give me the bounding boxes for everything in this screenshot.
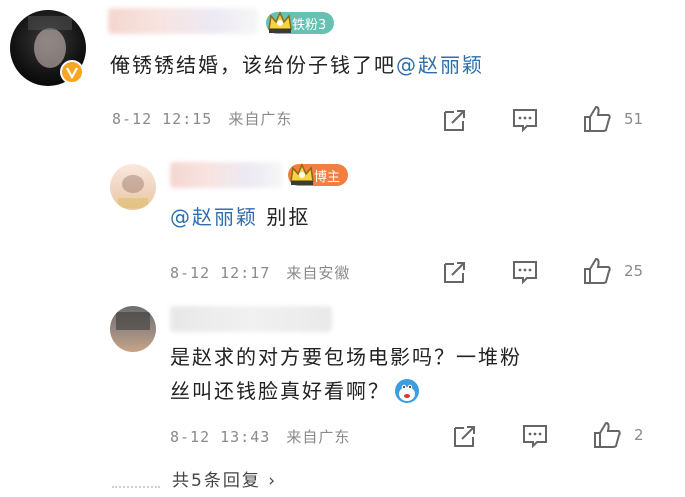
comment-icon[interactable] <box>512 259 538 285</box>
source-location: 来自广东 <box>228 110 293 128</box>
crown-icon <box>268 11 292 33</box>
timestamp: 8-12 12:17 <box>170 264 271 282</box>
share-icon[interactable] <box>452 423 478 449</box>
avatar-image <box>116 312 150 330</box>
badge-label: 博主 <box>314 169 341 185</box>
comment-line-1: 是赵求的对方要包场电影吗？一堆粉 <box>170 345 522 369</box>
comment-meta: 8-12 13:43 来自广东 <box>170 426 350 447</box>
username-blurred[interactable] <box>170 162 282 188</box>
share-icon[interactable] <box>442 107 468 133</box>
avatar[interactable] <box>110 306 156 352</box>
comment-meta: 8-12 12:15 来自广东 <box>112 108 292 129</box>
comment-icon[interactable] <box>512 107 538 133</box>
like-count: 25 <box>624 262 644 280</box>
comment-text: 是赵求的对方要包场电影吗？一堆粉 丝叫还钱脸真好看啊？ <box>170 340 522 408</box>
username-blurred[interactable] <box>170 306 332 332</box>
like-count: 2 <box>634 426 644 444</box>
badge-label: 铁粉3 <box>292 17 327 33</box>
like-icon[interactable] <box>582 256 612 286</box>
comment-line-2: 丝叫还钱脸真好看啊？ <box>170 374 522 408</box>
mention-link[interactable]: @赵丽颖 <box>170 205 258 229</box>
timestamp: 8-12 13:43 <box>170 428 271 446</box>
emoji-icon <box>395 379 419 403</box>
share-icon[interactable] <box>442 259 468 285</box>
fans-badge: 铁粉3 <box>266 11 335 34</box>
username-blurred[interactable] <box>108 8 258 34</box>
mention-link[interactable]: @赵丽颖 <box>396 53 484 77</box>
comment-body: 别抠 <box>258 205 311 229</box>
divider <box>112 486 160 488</box>
like-icon[interactable] <box>582 104 612 134</box>
blogger-badge: 博主 <box>288 163 349 186</box>
comment-line-2-text: 丝叫还钱脸真好看啊？ <box>170 379 390 403</box>
avatar[interactable] <box>110 164 156 210</box>
source-location: 来自安徽 <box>286 264 351 282</box>
more-replies-link[interactable]: 共5条回复 › <box>172 466 277 491</box>
comment-body: 俺锈锈结婚，该给份子钱了吧 <box>110 53 396 77</box>
verified-icon <box>60 60 84 84</box>
comment-meta: 8-12 12:17 来自安徽 <box>170 262 350 283</box>
like-icon[interactable] <box>592 420 622 450</box>
comment-text: 俺锈锈结婚，该给份子钱了吧@赵丽颖 <box>110 48 484 82</box>
timestamp: 8-12 12:15 <box>112 110 213 128</box>
crown-icon <box>290 163 314 185</box>
comment-icon[interactable] <box>522 423 548 449</box>
like-count: 51 <box>624 110 644 128</box>
source-location: 来自广东 <box>286 428 351 446</box>
avatar-image <box>118 175 148 208</box>
comment-text: @赵丽颖 别抠 <box>170 200 310 234</box>
